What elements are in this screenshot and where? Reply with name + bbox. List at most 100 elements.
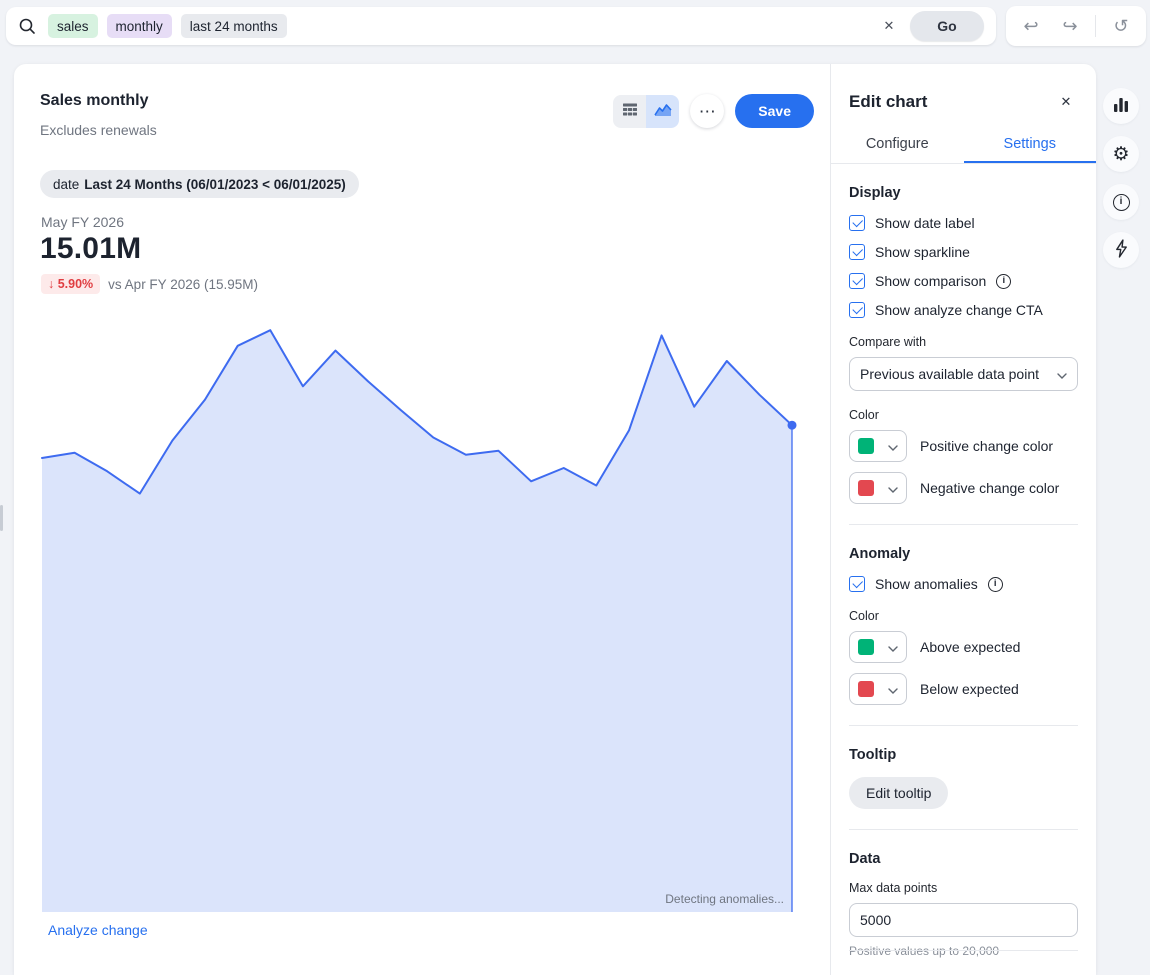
history-controls: ↩ ↪ ↺ [1006, 6, 1146, 46]
detecting-anomalies-status: Detecting anomalies... [665, 892, 784, 906]
checkbox-label: Show comparison [875, 273, 986, 289]
show-analyze-change-cta-checkbox[interactable]: Show analyze change CTA [849, 302, 1078, 318]
panel-tabs: Configure Settings [831, 128, 1096, 164]
negative-color-row: Negative change color [849, 472, 1078, 504]
chart-area-fill [42, 330, 792, 912]
chart-column-icon [1112, 96, 1130, 117]
search-token-last-24-months[interactable]: last 24 months [181, 14, 287, 38]
panel-resize-handle[interactable] [0, 505, 3, 531]
answer-title: Sales monthly [40, 92, 157, 110]
info-icon[interactable]: i [988, 577, 1003, 592]
viz-controls: ⋯ Save [613, 94, 814, 128]
insights-button[interactable] [1103, 232, 1139, 268]
compare-with-dropdown[interactable]: Previous available data point [849, 357, 1078, 391]
search-token-sales[interactable]: sales [48, 14, 98, 38]
edit-tooltip-button[interactable]: Edit tooltip [849, 777, 948, 809]
chart-view-button[interactable] [646, 95, 679, 128]
info-icon[interactable]: i [996, 274, 1011, 289]
sparkline-chart[interactable]: Detecting anomalies... [42, 325, 792, 912]
checkbox-checked-icon [849, 576, 865, 592]
positive-color-label: Positive change color [920, 438, 1053, 454]
anomaly-color-label: Color [849, 609, 1078, 623]
close-icon: ✕ [884, 18, 895, 33]
max-data-points-helper: Positive values up to 20,000 [849, 944, 1078, 958]
panel-header: Edit chart ✕ [849, 90, 1078, 114]
right-icon-rail: ⚙ i [1103, 88, 1139, 268]
negative-color-label: Negative change color [920, 480, 1059, 496]
tab-settings[interactable]: Settings [964, 128, 1097, 163]
show-sparkline-checkbox[interactable]: Show sparkline [849, 244, 1078, 260]
max-data-points-input[interactable] [849, 903, 1078, 937]
chevron-down-icon [888, 640, 898, 655]
kpi-value: 15.01M [40, 232, 141, 266]
display-heading: Display [849, 185, 1078, 201]
compare-with-label: Compare with [849, 335, 1078, 349]
below-expected-label: Below expected [920, 681, 1019, 697]
details-button[interactable]: i [1103, 184, 1139, 220]
search-token-monthly[interactable]: monthly [107, 14, 172, 38]
chart-options-button[interactable] [1103, 88, 1139, 124]
divider [1095, 15, 1096, 37]
display-color-label: Color [849, 408, 1078, 422]
below-expected-color-dropdown[interactable] [849, 673, 907, 705]
area-chart-icon [654, 102, 672, 121]
tooltip-heading: Tooltip [849, 747, 1078, 763]
above-expected-row: Above expected [849, 631, 1078, 663]
checkbox-label: Show analyze change CTA [875, 302, 1043, 318]
color-swatch [858, 480, 874, 496]
viz-header: Sales monthly Excludes renewals [40, 92, 814, 138]
checkbox-label: Show anomalies [875, 576, 978, 592]
clear-search-button[interactable]: ✕ [876, 13, 902, 39]
reset-button[interactable]: ↺ [1107, 12, 1135, 40]
divider [849, 829, 1078, 830]
undo-button[interactable]: ↩ [1017, 12, 1045, 40]
analyze-change-link[interactable]: Analyze change [48, 922, 148, 938]
search-icon [18, 17, 36, 35]
search-bar[interactable]: sales monthly last 24 months ✕ Go [6, 7, 996, 45]
negative-color-dropdown[interactable] [849, 472, 907, 504]
checkbox-label: Show date label [875, 215, 975, 231]
edit-chart-panel: Edit chart ✕ Configure Settings Display … [830, 64, 1096, 975]
comparison-text: vs Apr FY 2026 (15.95M) [108, 277, 258, 292]
show-date-label-checkbox[interactable]: Show date label [849, 215, 1078, 231]
table-icon [622, 102, 638, 120]
bolt-icon [1114, 239, 1129, 261]
reset-icon: ↺ [1113, 16, 1128, 36]
filter-chip-value: Last 24 Months (06/01/2023 < 06/01/2025) [84, 177, 346, 192]
above-expected-color-dropdown[interactable] [849, 631, 907, 663]
settings-button[interactable]: ⚙ [1103, 136, 1139, 172]
dropdown-selected-value: Previous available data point [860, 366, 1051, 382]
positive-color-row: Positive change color [849, 430, 1078, 462]
checkbox-checked-icon [849, 244, 865, 260]
answer-card: Sales monthly Excludes renewals [14, 64, 1096, 975]
show-comparison-checkbox[interactable]: Show comparison i [849, 273, 1078, 289]
chevron-down-icon [1057, 366, 1067, 382]
kpi-date-label: May FY 2026 [41, 214, 124, 230]
tab-configure[interactable]: Configure [831, 128, 964, 163]
divider [849, 524, 1078, 525]
ellipsis-icon: ⋯ [699, 103, 716, 120]
go-button[interactable]: Go [910, 11, 984, 41]
checkbox-label: Show sparkline [875, 244, 970, 260]
change-badge: ↓ 5.90% [41, 274, 100, 294]
show-anomalies-checkbox[interactable]: Show anomalies i [849, 576, 1078, 592]
checkbox-checked-icon [849, 302, 865, 318]
close-panel-button[interactable]: ✕ [1054, 90, 1078, 114]
endpoint-marker [788, 421, 797, 430]
above-expected-label: Above expected [920, 639, 1020, 655]
divider [849, 950, 1078, 951]
table-view-button[interactable] [613, 95, 646, 128]
redo-button[interactable]: ↪ [1056, 12, 1084, 40]
positive-color-dropdown[interactable] [849, 430, 907, 462]
gear-icon: ⚙ [1112, 145, 1129, 164]
save-button[interactable]: Save [735, 94, 814, 128]
checkbox-checked-icon [849, 273, 865, 289]
chevron-down-icon [888, 481, 898, 496]
more-options-button[interactable]: ⋯ [690, 94, 724, 128]
redo-icon: ↪ [1062, 16, 1077, 36]
checkbox-checked-icon [849, 215, 865, 231]
panel-title: Edit chart [849, 92, 927, 112]
chevron-down-icon [888, 439, 898, 454]
filter-chip-prefix: date [53, 177, 79, 192]
date-filter-chip[interactable]: date Last 24 Months (06/01/2023 < 06/01/… [40, 170, 359, 198]
